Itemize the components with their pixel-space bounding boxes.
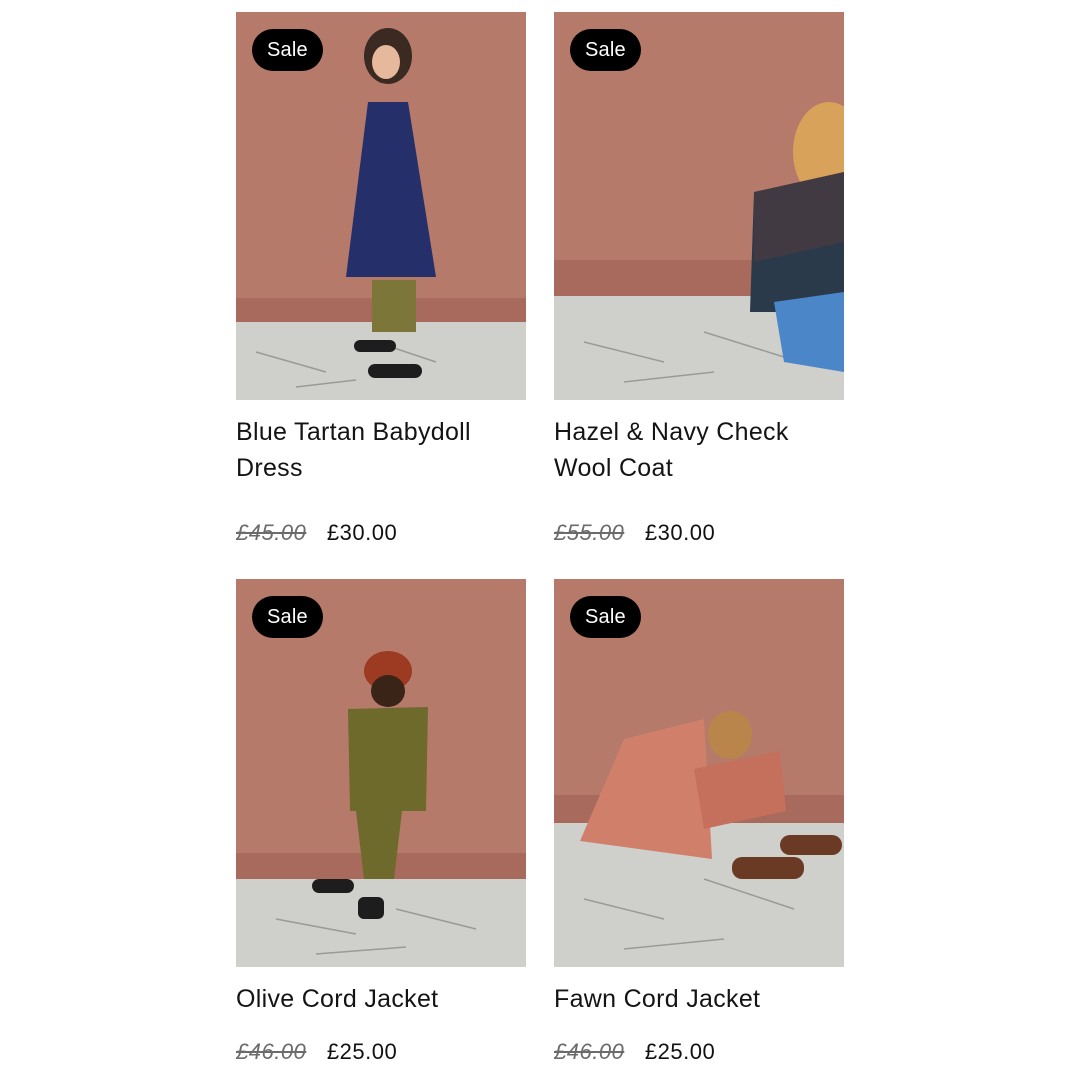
product-grid: Sale Blue Tartan Babydoll Dress £45.00 £…	[236, 12, 844, 1080]
price-row: £46.00 £25.00	[554, 1037, 844, 1067]
product-card[interactable]: Sale Blue Tartan Babydoll Dress £45.00 £…	[236, 12, 526, 579]
original-price: £46.00	[554, 1039, 625, 1064]
original-price: £55.00	[554, 520, 625, 545]
sale-badge: Sale	[252, 596, 323, 638]
product-card[interactable]: Sale Fawn Cord Jacket £46.00 £25.00	[554, 579, 844, 1080]
product-title[interactable]: Fawn Cord Jacket	[554, 981, 844, 1017]
product-title[interactable]: Hazel & Navy Check Wool Coat	[554, 414, 844, 486]
original-price: £46.00	[236, 1039, 307, 1064]
product-title[interactable]: Blue Tartan Babydoll Dress	[236, 414, 526, 486]
product-image[interactable]: Sale	[554, 579, 844, 967]
original-price: £45.00	[236, 520, 307, 545]
sale-badge: Sale	[570, 29, 641, 71]
product-image[interactable]: Sale	[554, 12, 844, 400]
price-row: £55.00 £30.00	[554, 518, 844, 548]
sale-badge: Sale	[570, 596, 641, 638]
price-row: £46.00 £25.00	[236, 1037, 526, 1067]
sale-badge: Sale	[252, 29, 323, 71]
product-card[interactable]: Sale Hazel & Navy Check Wool Coat £55.00…	[554, 12, 844, 579]
product-title[interactable]: Olive Cord Jacket	[236, 981, 526, 1017]
product-card[interactable]: Sale Olive Cord Jacket £46.00 £25.00	[236, 579, 526, 1080]
product-image[interactable]: Sale	[236, 12, 526, 400]
sale-price: £25.00	[644, 1039, 716, 1064]
price-row: £45.00 £30.00	[236, 518, 526, 548]
sale-price: £30.00	[644, 520, 716, 545]
sale-price: £25.00	[326, 1039, 398, 1064]
product-image[interactable]: Sale	[236, 579, 526, 967]
sale-price: £30.00	[326, 520, 398, 545]
